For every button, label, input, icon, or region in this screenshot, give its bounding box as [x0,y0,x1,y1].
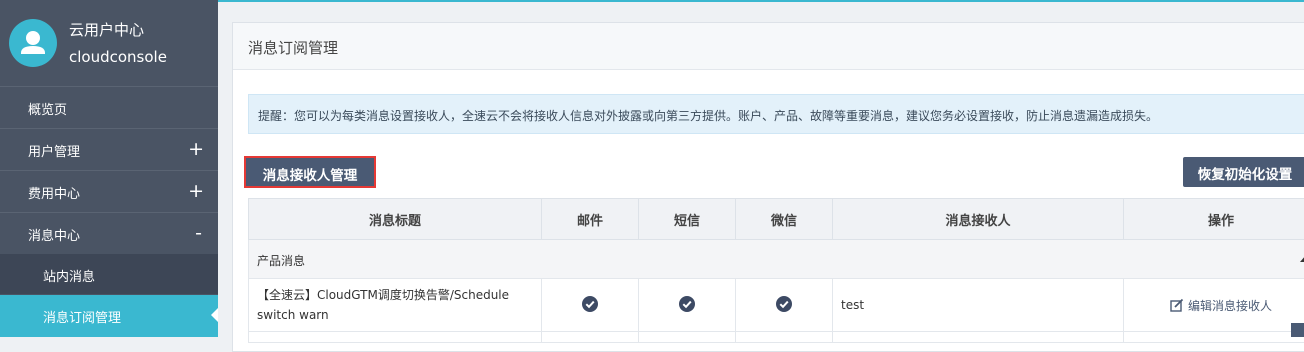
edit-receiver-label: 编辑消息接收人 [1188,299,1272,313]
email-check-cell[interactable] [542,279,639,332]
button-label: 消息接收人管理 [263,168,358,184]
action-cell: 编辑消息接收人 [1124,279,1304,332]
main-panel: 消息订阅管理 提醒：您可以为每类消息设置接收人，全速云不会将接收人信息对外披露或… [232,22,1304,352]
group-row-product[interactable]: 产品消息 [249,240,1304,279]
column-header-title: 消息标题 [249,199,542,240]
wechat-check-cell[interactable] [736,279,833,332]
page-title: 消息订阅管理 [248,37,338,58]
sidebar-item-overview[interactable]: 概览页 [0,86,218,127]
column-header-action: 操作 [1124,199,1304,240]
sidebar-item-label: 费用中心 [28,183,80,202]
active-pointer-icon [211,308,218,322]
expand-icon[interactable]: + [188,138,204,160]
sidebar-subitem-label: 站内消息 [43,266,95,285]
sidebar-subitem-label: 消息订阅管理 [43,307,121,326]
button-label: 恢复初始化设置 [1198,167,1293,183]
column-header-email: 邮件 [542,199,639,240]
sidebar-subitem-inbox[interactable]: 站内消息 [0,254,218,294]
panel-header: 消息订阅管理 [233,23,1304,70]
table-row: 【全速云】CloudGTM调度切换告警/Schedule switch warn [249,279,1304,332]
receiver-management-button[interactable]: 消息接收人管理 [244,156,376,188]
sidebar: 云用户中心 cloudconsole 概览页 用户管理 + 费用中心 + 消息中… [0,0,218,337]
column-header-sms: 短信 [639,199,736,240]
collapse-caret-icon[interactable] [1300,255,1304,262]
edit-icon [1170,298,1184,312]
notice-text: 提醒：您可以为每类消息设置接收人，全速云不会将接收人信息对外披露或向第三方提供。… [258,107,1158,124]
check-circle-icon [776,296,792,312]
sidebar-item-message-center[interactable]: 消息中心 - [0,212,218,253]
column-header-wechat: 微信 [736,199,833,240]
sidebar-item-label: 用户管理 [28,141,80,160]
sidebar-item-user-management[interactable]: 用户管理 + [0,128,218,169]
edit-receiver-link[interactable]: 编辑消息接收人 [1170,297,1272,314]
sidebar-item-label: 概览页 [28,99,67,118]
sidebar-item-billing[interactable]: 费用中心 + [0,170,218,211]
scroll-corner[interactable] [1291,323,1304,337]
check-circle-icon [679,296,695,312]
subscription-table: 消息标题 邮件 短信 微信 消息接收人 操作 产品消息 【全速云】CloudGT… [248,198,1304,343]
receiver-cell: test [833,279,1124,332]
avatar-icon[interactable] [9,19,57,67]
notice-banner: 提醒：您可以为每类消息设置接收人，全速云不会将接收人信息对外披露或向第三方提供。… [248,94,1304,134]
profile-account: cloudconsole [69,48,167,66]
profile-header: 云用户中心 cloudconsole [0,0,218,87]
table-header-row: 消息标题 邮件 短信 微信 消息接收人 操作 [249,199,1304,240]
collapse-icon[interactable]: - [195,222,202,244]
message-title-cell: 【全速云】CloudGTM调度切换告警/Schedule switch warn [249,279,542,332]
table-row [249,332,1304,343]
sidebar-subitem-subscription[interactable]: 消息订阅管理 [0,295,218,337]
profile-name: 云用户中心 [69,19,144,40]
check-circle-icon [582,296,598,312]
sms-check-cell[interactable] [639,279,736,332]
group-label: 产品消息 [257,252,305,269]
column-header-receiver: 消息接收人 [833,199,1124,240]
expand-icon[interactable]: + [188,180,204,202]
reset-defaults-button[interactable]: 恢复初始化设置 [1183,157,1304,187]
sidebar-item-label: 消息中心 [28,225,80,244]
